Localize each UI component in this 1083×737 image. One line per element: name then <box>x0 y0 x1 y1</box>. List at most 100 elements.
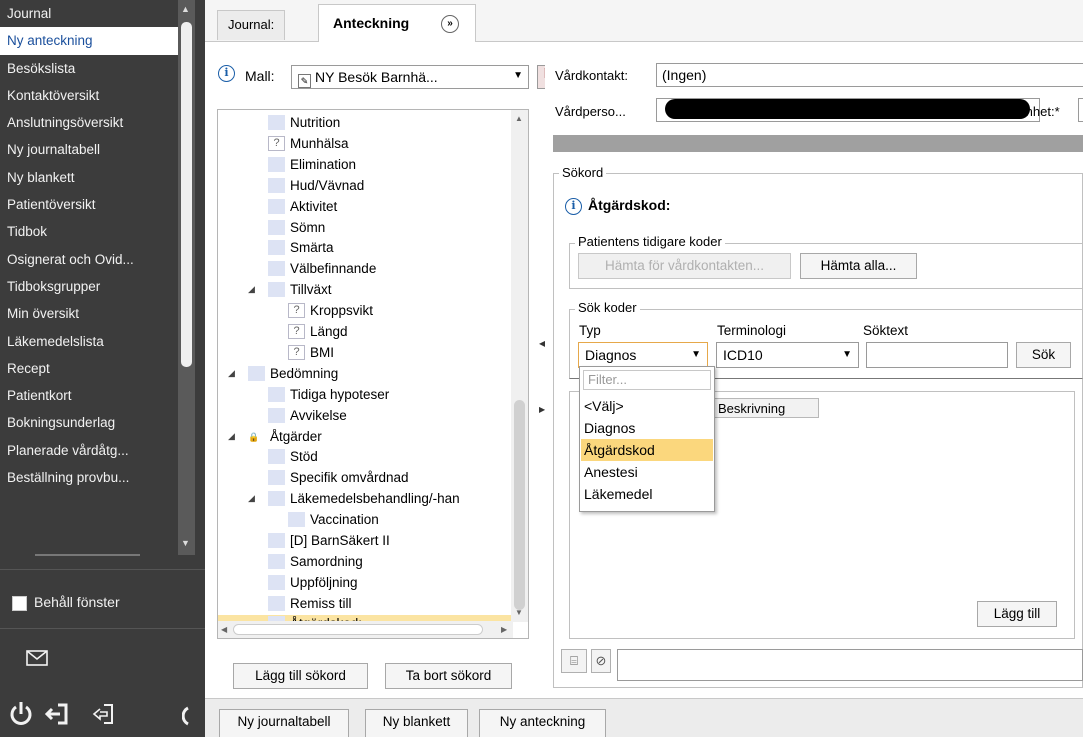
enhet-field[interactable] <box>1078 98 1083 122</box>
dropdown-option[interactable]: Läkemedel <box>581 483 713 505</box>
note-text-input[interactable] <box>617 649 1083 681</box>
tree-node[interactable]: Stöd <box>218 448 508 465</box>
scroll-right-icon[interactable]: ▶ <box>501 625 507 634</box>
sidebar-item[interactable]: Ny blankett <box>0 164 180 191</box>
sidebar-item[interactable]: Beställning provbu... <box>0 464 180 491</box>
expander-chevron-icon[interactable]: ◢ <box>228 428 235 445</box>
add-button[interactable]: Lägg till <box>977 601 1057 627</box>
dropdown-option[interactable]: Åtgärdskod <box>581 439 713 461</box>
expand-double-chevron-icon[interactable]: » <box>441 15 459 33</box>
tree-scroll-thumb[interactable] <box>514 400 525 610</box>
dropdown-option[interactable]: Anestesi <box>581 461 713 483</box>
sidebar-item[interactable]: Patientkort <box>0 382 180 409</box>
node-square-icon <box>268 219 285 235</box>
tree-node[interactable]: Vaccination <box>218 511 508 528</box>
expander-chevron-icon[interactable]: ◢ <box>248 281 255 298</box>
dropdown-option[interactable]: <Välj> <box>581 395 713 417</box>
expander-chevron-icon[interactable]: ◢ <box>248 490 255 507</box>
tree-node[interactable]: ◢ 🔒 Åtgärder <box>218 428 508 445</box>
new-note-button[interactable]: Ny anteckning <box>479 709 606 737</box>
sidebar-item[interactable]: Journal <box>0 0 180 27</box>
sidebar-item[interactable]: Tidboksgrupper <box>0 273 180 300</box>
tree-node[interactable]: ◢ Läkemedelsbehandling/-han <box>218 490 508 507</box>
scroll-down-icon[interactable]: ▼ <box>515 608 523 617</box>
tree-node[interactable]: Välbefinnande <box>218 260 508 277</box>
tree-hscroll-thumb[interactable] <box>233 624 483 635</box>
tree-node[interactable]: ◢ Bedömning <box>218 365 508 382</box>
tree-node[interactable]: Uppföljning <box>218 574 508 591</box>
paperclip-icon[interactable]: ⊘ <box>591 649 611 673</box>
tree-node[interactable]: Elimination <box>218 156 508 173</box>
vardkontakt-field[interactable]: (Ingen) <box>656 63 1083 87</box>
tree-node[interactable]: Samordning <box>218 553 508 570</box>
tree-node[interactable]: Tidiga hypoteser <box>218 386 508 403</box>
sidebar-item[interactable]: Bokningsunderlag <box>0 409 180 436</box>
tree-node[interactable]: ? Längd <box>218 323 508 340</box>
typ-select[interactable]: Diagnos ▼ <box>578 342 708 368</box>
tree-node[interactable]: Aktivitet <box>218 198 508 215</box>
scroll-down-icon[interactable]: ▼ <box>181 538 190 548</box>
tree-node-label: Stöd <box>290 449 318 465</box>
sidebar-item[interactable]: Min översikt <box>0 300 180 327</box>
sidebar-item[interactable]: Besökslista <box>0 55 180 82</box>
sidebar-item[interactable]: Ny anteckning <box>0 27 180 55</box>
sidebar-item[interactable]: Planerade vårdåtg... <box>0 437 180 464</box>
sidebar-item[interactable]: Recept <box>0 355 180 382</box>
sidebar-item[interactable]: Osignerat och Ovid... <box>0 246 180 273</box>
info-icon[interactable]: i <box>218 65 235 83</box>
tree-node[interactable]: Remiss till <box>218 595 508 612</box>
tree-node[interactable]: ? Kroppsvikt <box>218 302 508 319</box>
nav-scrollbar[interactable]: ▲ ▼ <box>178 0 195 555</box>
sidebar-item[interactable]: Kontaktöversikt <box>0 82 180 109</box>
terminology-select[interactable]: ICD10 ▼ <box>716 342 859 368</box>
tree-node[interactable]: Hud/Vävnad <box>218 177 508 194</box>
tab-journal[interactable]: Journal: <box>217 10 286 40</box>
atgardskod-heading: i Åtgärdskod: <box>565 197 670 215</box>
tree-node[interactable]: Specifik omvårdnad <box>218 469 508 486</box>
tree-node[interactable]: ◢ Tillväxt <box>218 281 508 298</box>
fetch-all-button[interactable]: Hämta alla... <box>800 253 917 279</box>
add-keyword-button[interactable]: Lägg till sökord <box>233 663 368 689</box>
mail-icon[interactable] <box>26 650 48 669</box>
sidebar-item[interactable]: Tidbok <box>0 218 180 245</box>
search-text-input[interactable] <box>866 342 1008 368</box>
node-square-icon <box>268 407 285 423</box>
tree-node[interactable]: Smärta <box>218 239 508 256</box>
stamp-icon[interactable]: ⌸ <box>561 649 587 673</box>
fetch-for-contact-button[interactable]: Hämta för vårdkontakten... <box>578 253 791 279</box>
sidebar-item[interactable]: Läkemedelslista <box>0 328 180 355</box>
sidebar-item[interactable]: Anslutningsöversikt <box>0 109 180 136</box>
column-header-description[interactable]: Beskrivning <box>711 398 819 418</box>
back-icon[interactable] <box>90 700 116 735</box>
new-form-button[interactable]: Ny blankett <box>365 709 468 737</box>
scroll-up-icon[interactable]: ▲ <box>515 114 523 123</box>
keep-window-label: Behåll fönster <box>34 594 120 610</box>
keep-window-checkbox[interactable] <box>12 596 27 611</box>
tree-node[interactable]: ? BMI <box>218 344 508 361</box>
new-journal-table-button[interactable]: Ny journaltabell <box>219 709 349 737</box>
dropdown-option[interactable]: Diagnos <box>581 417 713 439</box>
tree-horizontal-scrollbar[interactable]: ◀ ▶ <box>218 621 513 638</box>
scroll-left-icon[interactable]: ◀ <box>221 625 227 634</box>
scroll-up-icon[interactable]: ▲ <box>181 4 190 14</box>
logout-icon[interactable] <box>44 700 70 735</box>
info-icon[interactable]: i <box>565 197 582 215</box>
expander-chevron-icon[interactable]: ◢ <box>228 365 235 382</box>
dropdown-filter-input[interactable]: Filter... <box>583 370 711 390</box>
template-select[interactable]: ✎ NY Besök Barnhä... ▼ <box>291 65 529 89</box>
tree-node[interactable]: Avvikelse <box>218 407 508 424</box>
power-icon[interactable] <box>8 700 34 735</box>
search-button[interactable]: Sök <box>1016 342 1071 368</box>
tree-node[interactable]: Sömn <box>218 219 508 236</box>
panel-splitter[interactable]: ◀ ▶ <box>537 43 545 698</box>
tree-node[interactable]: ? Munhälsa <box>218 135 508 152</box>
tab-anteckning[interactable]: Anteckning » <box>318 4 476 42</box>
tree-node[interactable]: [D] BarnSäkert II <box>218 532 508 549</box>
sidebar-item[interactable]: Patientöversikt <box>0 191 180 218</box>
tree-node[interactable]: Nutrition <box>218 114 508 131</box>
sidebar-item[interactable]: Ny journaltabell <box>0 136 180 163</box>
tree-vertical-scrollbar[interactable]: ▲ ▼ <box>511 110 528 622</box>
remove-keyword-button[interactable]: Ta bort sökord <box>385 663 512 689</box>
nav-scrollbar-thumb[interactable] <box>181 22 192 367</box>
keep-window-row[interactable]: Behåll fönster <box>0 569 205 629</box>
